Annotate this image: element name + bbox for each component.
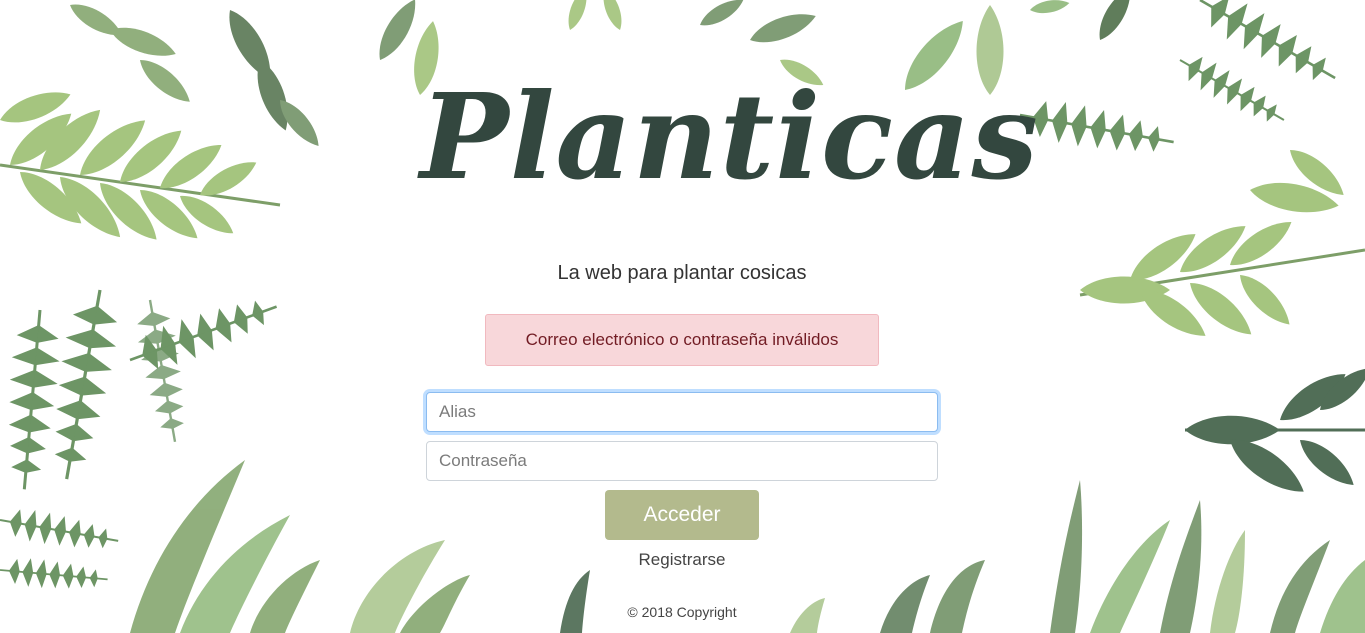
copyright-text: © 2018 Copyright (627, 604, 737, 620)
login-button[interactable]: Acceder (605, 490, 759, 540)
tagline: La web para plantar cosicas (557, 262, 807, 284)
login-page: Planticas La web para plantar cosicas Co… (0, 0, 1365, 633)
alias-input[interactable] (426, 392, 938, 432)
error-alert-message: Correo electrónico o contraseña inválido… (525, 330, 839, 349)
app-logo: Planticas (420, 67, 1039, 206)
error-alert: Correo electrónico o contraseña inválido… (485, 314, 879, 366)
password-input[interactable] (426, 441, 938, 481)
register-link[interactable]: Registrarse (600, 550, 764, 570)
